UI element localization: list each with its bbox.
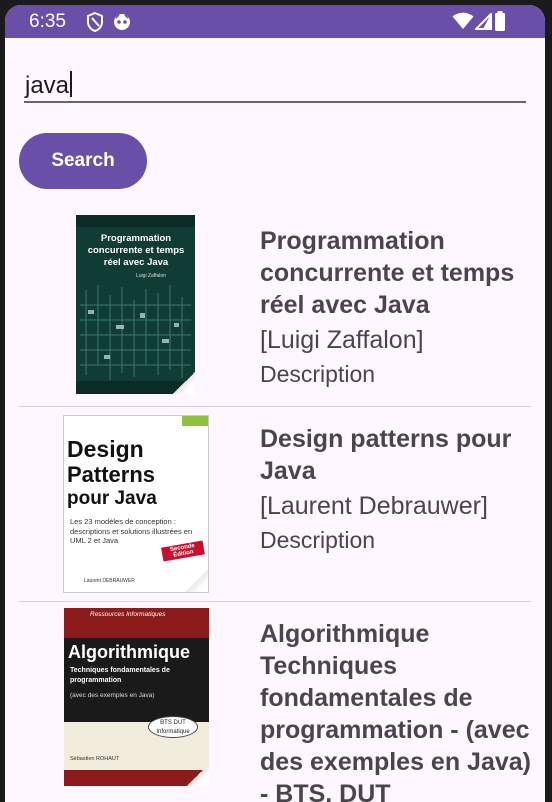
search-button[interactable]: Search [19, 133, 147, 189]
cover-title-text: Algorithmique [68, 642, 190, 662]
list-item[interactable]: Programmation concurrente et temps réel … [19, 209, 531, 403]
cover-subtitle: Les 23 modèles de conception : descripti… [70, 517, 193, 545]
cover-title-text: Programmation concurrente et temps réel … [87, 233, 185, 268]
book-author: [Luigi Zaffalon] [260, 326, 424, 354]
book-info: Programmation concurrente et temps réel … [260, 225, 535, 391]
battery-icon [494, 11, 506, 36]
book-cover-image: Programmation concurrente et temps réel … [76, 215, 195, 394]
book-info: Design patterns pour Java [Laurent Debra… [260, 423, 535, 557]
book-title: Programmation concurrente et temps réel … [260, 227, 515, 319]
cover-subtitle: Techniques fondamentales de programmatio… [70, 667, 170, 684]
page-curl-icon [186, 570, 208, 592]
book-cover-image: Design Patterns pour Java Les 23 modèles… [63, 415, 209, 593]
list-item[interactable]: Ressources Informatiques Algorithmique T… [19, 602, 531, 802]
cover-band [182, 416, 208, 426]
book-author: [Laurent Debrauwer] [260, 492, 488, 520]
cover-title-line: Patterns [67, 462, 156, 487]
cover-author-text: Laurent DEBRAUWER [84, 578, 135, 584]
page-curl-icon [173, 372, 195, 394]
book-description: Description [260, 361, 376, 387]
book-title: Algorithmique Techniques fondamentales d… [260, 620, 531, 802]
book-title: Design patterns pour Java [260, 425, 512, 485]
shield-icon [86, 11, 104, 37]
cover-title-line: pour Java [67, 488, 157, 509]
cover-title-line: Design [67, 436, 144, 462]
cover-author-text: Sébastien ROHAUT [70, 756, 120, 762]
search-input[interactable]: java [24, 63, 526, 103]
status-time: 6:35 [29, 11, 66, 32]
book-cover-image: Ressources Informatiques Algorithmique T… [64, 608, 209, 786]
app-screen: 6:35 java Search Programmation concurren… [5, 5, 545, 802]
face-icon [112, 12, 132, 37]
cover-badge: BTS DUT Informatique [148, 716, 198, 738]
cover-series: Ressources Informatiques [90, 611, 166, 618]
text-caret [70, 71, 73, 97]
wifi-icon [452, 12, 474, 35]
page-curl-icon [187, 764, 209, 786]
cover-note: (avec des exemples en Java) [70, 692, 155, 699]
signal-icon [473, 11, 492, 35]
book-info: Algorithmique Techniques fondamentales d… [260, 618, 535, 802]
book-description: Description [260, 527, 376, 553]
cover-author-text: Luigi Zaffalon [136, 273, 166, 279]
search-input-value: java [25, 71, 73, 100]
list-item[interactable]: Design Patterns pour Java Les 23 modèles… [19, 407, 531, 601]
status-bar: 6:35 [5, 5, 545, 38]
